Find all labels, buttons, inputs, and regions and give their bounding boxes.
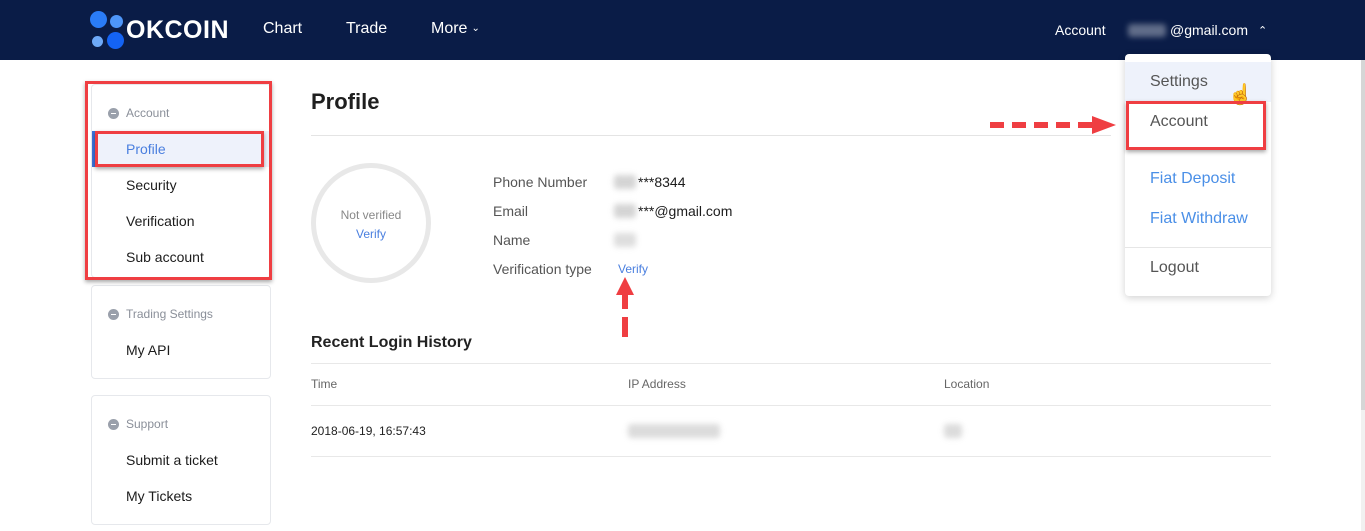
redacted-phone [614, 175, 636, 189]
login-history-title: Recent Login History [311, 334, 472, 351]
annotation-arrow-right-icon [990, 116, 1116, 134]
verification-type-label: Verification type [493, 261, 592, 277]
brand-name: OKCOIN [126, 15, 229, 44]
support-icon [108, 418, 119, 430]
redacted-name [614, 233, 636, 247]
menu-item-fiat-withdraw[interactable]: Fiat Withdraw [1150, 210, 1248, 228]
redacted-email [614, 204, 636, 218]
sidebar-group-trading-settings: Trading Settings My API [91, 285, 271, 379]
login-ip [628, 424, 720, 441]
divider [311, 363, 1271, 364]
page-scrollbar[interactable] [1361, 60, 1365, 531]
name-value [614, 233, 638, 247]
verification-status: Not verified [340, 208, 402, 222]
sidebar-group-title: Trading Settings [92, 304, 270, 324]
chevron-up-icon: ⌃ [1258, 24, 1268, 37]
sidebar-group-support: Support Submit a ticket My Tickets [91, 395, 271, 525]
sidebar-item-my-tickets[interactable]: My Tickets [92, 478, 270, 514]
column-header-ip: IP Address [628, 377, 686, 391]
email-label: Email [493, 203, 529, 219]
column-header-time: Time [311, 377, 338, 391]
annotation-highlight-account [1126, 101, 1266, 150]
annotation-highlight-sidebar [85, 81, 272, 280]
top-nav-bar: OKCOIN Chart Trade More ⌄ Account @gmail.… [0, 0, 1365, 60]
page-title: Profile [311, 89, 380, 114]
logo-dots-icon [90, 11, 130, 49]
trading-settings-icon [108, 308, 119, 320]
sidebar-group-title: Support [92, 414, 270, 434]
redacted-ip [628, 424, 720, 438]
menu-item-settings[interactable]: Settings [1150, 73, 1208, 91]
header-account-link[interactable]: Account [1055, 22, 1106, 38]
sidebar-item-my-api[interactable]: My API [92, 332, 270, 368]
column-header-location: Location [944, 377, 990, 391]
name-label: Name [493, 232, 531, 248]
annotation-arrow-up-icon [616, 277, 634, 337]
phone-label: Phone Number [493, 174, 588, 190]
scrollbar-thumb[interactable] [1361, 60, 1365, 410]
ring-verify-link[interactable]: Verify [316, 227, 426, 241]
nav-more-label: More [431, 20, 468, 37]
chevron-down-icon: ⌄ [471, 23, 480, 34]
menu-item-fiat-deposit[interactable]: Fiat Deposit [1150, 170, 1235, 188]
nav-more[interactable]: More ⌄ [431, 20, 480, 38]
redacted-location [944, 424, 962, 438]
divider [311, 456, 1271, 457]
redacted-username [1128, 23, 1166, 37]
login-location [944, 424, 962, 441]
sidebar-item-submit-ticket[interactable]: Submit a ticket [92, 442, 270, 478]
divider [311, 405, 1271, 406]
okcoin-logo[interactable]: OKCOIN [90, 11, 229, 49]
login-time: 2018-06-19, 16:57:43 [311, 424, 426, 438]
nav-chart[interactable]: Chart [263, 20, 302, 38]
user-email: @gmail.com [1170, 22, 1249, 38]
email-value: ***@gmail.com [614, 203, 732, 219]
menu-divider [1125, 247, 1271, 248]
user-menu-toggle[interactable]: @gmail.com ⌃ [1128, 22, 1267, 38]
verification-status-ring: Not verified Verify [311, 163, 431, 283]
annotation-highlight-profile [95, 131, 264, 167]
phone-value: ***8344 [614, 174, 686, 190]
menu-item-logout[interactable]: Logout [1150, 259, 1199, 277]
nav-trade[interactable]: Trade [346, 20, 387, 38]
divider [311, 135, 1111, 136]
verification-type-verify-link[interactable]: Verify [618, 262, 648, 276]
